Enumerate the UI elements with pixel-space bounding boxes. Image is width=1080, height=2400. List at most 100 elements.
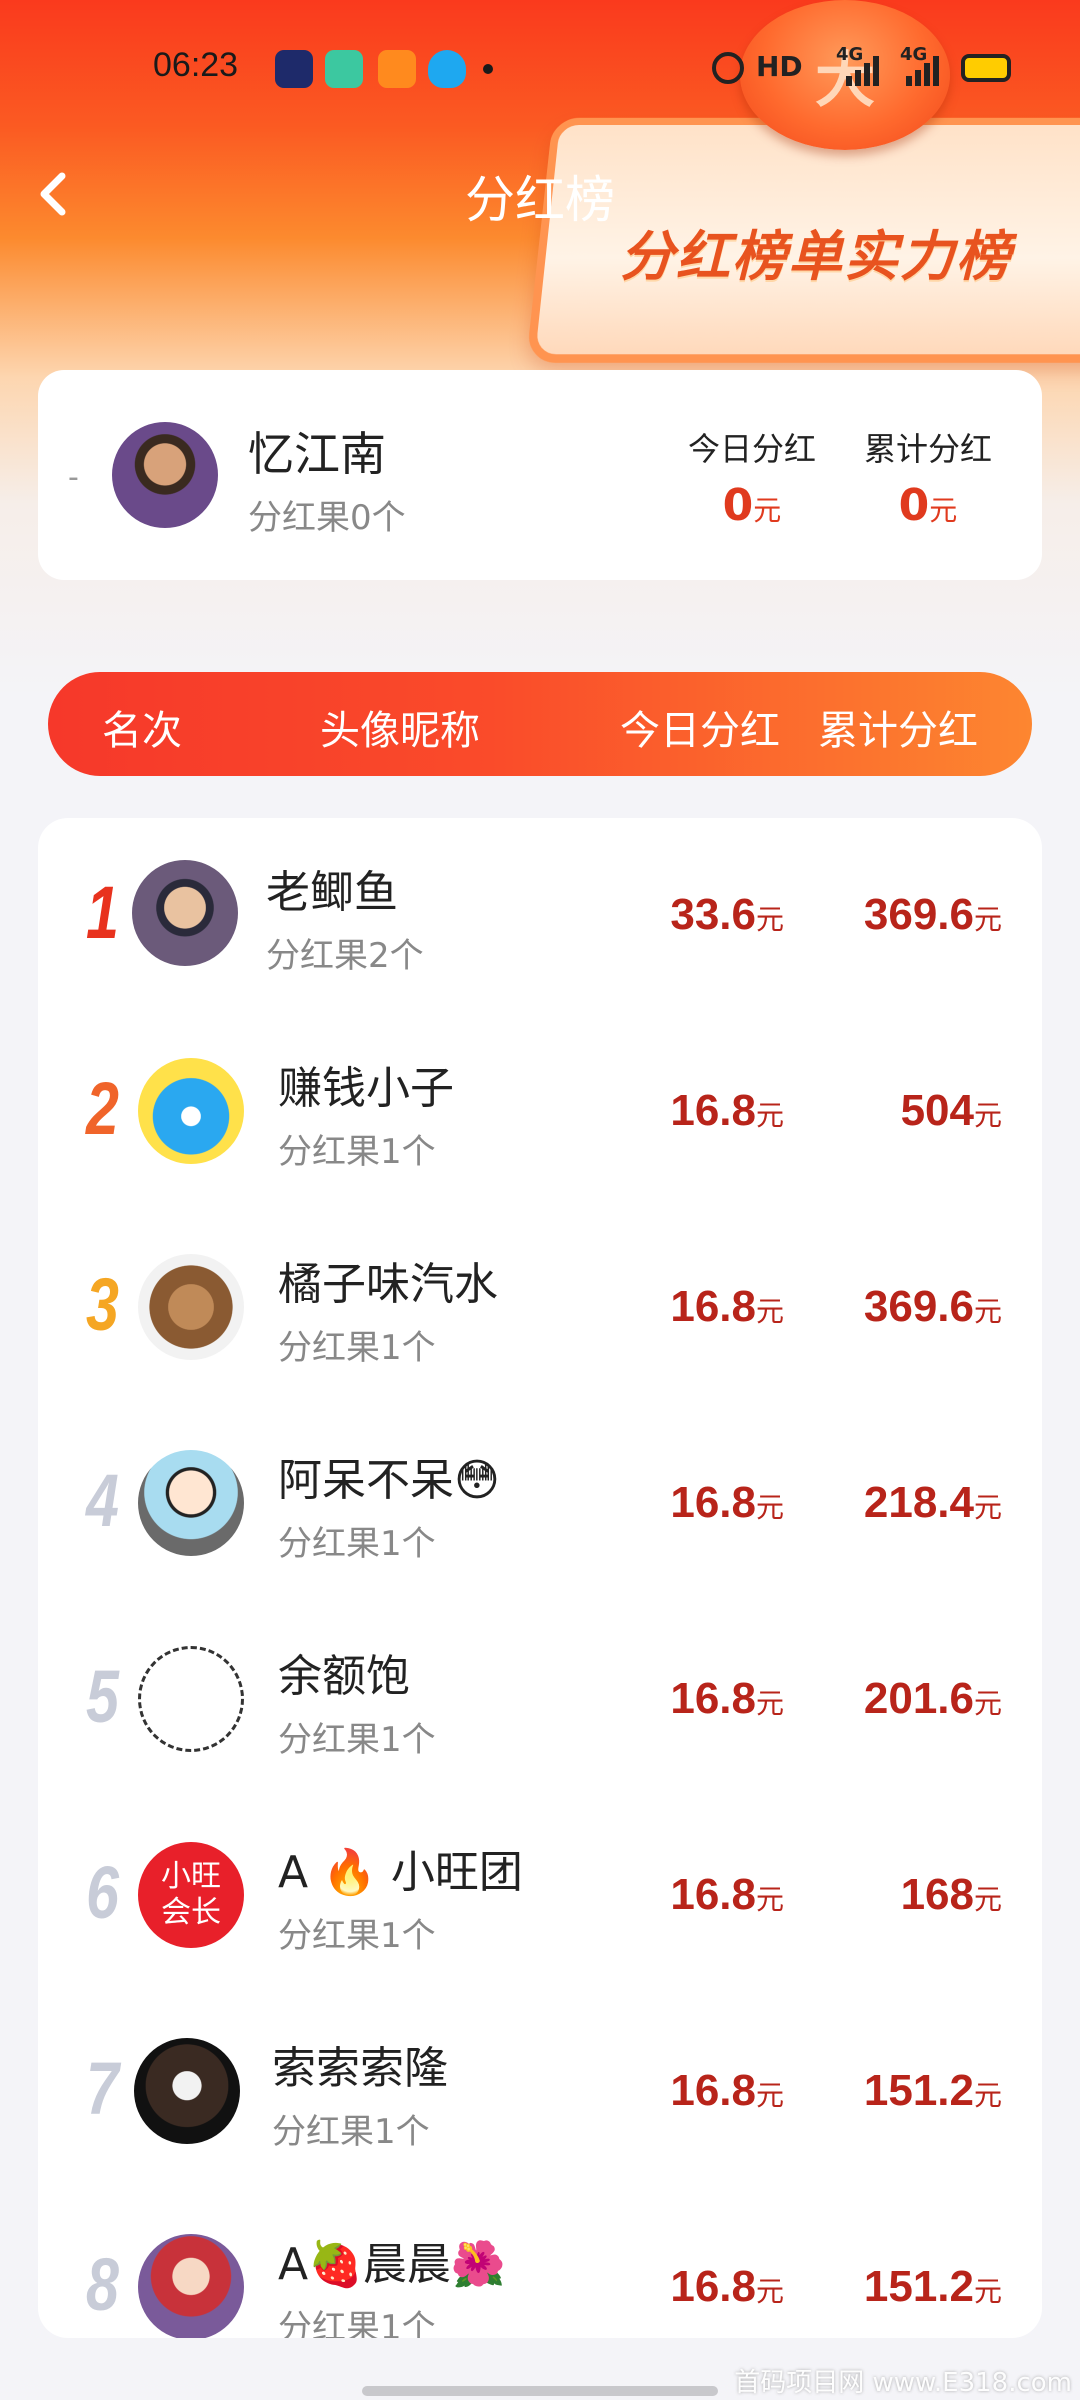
avatar[interactable]: 小旺会长 (138, 1842, 244, 1948)
my-total-dividend: 累计分红 0元 (848, 424, 1008, 531)
fruit-count: 分红果1个 (278, 1720, 436, 1760)
currency-unit: 元 (755, 1100, 784, 1131)
nickname: A🍓晨晨🌺 (278, 2239, 506, 2290)
rank-number: 2 (86, 1067, 119, 1150)
top-bar: 分红榜 (0, 150, 1080, 240)
total-dividend: 168元 (900, 1870, 1002, 1919)
currency-unit: 元 (973, 1100, 1002, 1131)
rank-number: 7 (86, 2047, 119, 2130)
status-bar: 06:23 HD 4G 4G (0, 40, 1080, 100)
home-indicator[interactable] (362, 2386, 718, 2396)
qq-icon (428, 50, 466, 88)
rank-number: 5 (86, 1655, 119, 1738)
avatar[interactable] (138, 1254, 244, 1360)
ranking-row[interactable]: 5 余额饱 分红果1个 16.8元 201.6元 (38, 1602, 1042, 1798)
avatar[interactable] (134, 2038, 240, 2144)
page-title: 分红榜 (465, 171, 615, 229)
nickname: 老鲫鱼 (266, 867, 398, 918)
app-notification-icon (325, 50, 363, 88)
column-header-bar: 名次 头像昵称 今日分红 累计分红 (48, 672, 1032, 776)
status-time: 06:23 (153, 46, 239, 84)
avatar[interactable] (132, 860, 238, 966)
today-dividend-label: 今日分红 (687, 430, 816, 468)
total-dividend-value: 0 (898, 480, 930, 531)
ranking-row[interactable]: 6 小旺会长 A 🔥 小旺团 分红果1个 16.8元 168元 (38, 1798, 1042, 1994)
today-dividend: 33.6元 (670, 890, 784, 939)
fruit-count: 分红果1个 (272, 2112, 430, 2152)
currency-unit: 元 (755, 1296, 784, 1327)
today-dividend: 16.8元 (670, 1086, 784, 1135)
total-dividend-label: 累计分红 (863, 430, 992, 468)
avatar[interactable] (138, 1450, 244, 1556)
total-dividend: 504元 (900, 1086, 1002, 1135)
currency-unit: 元 (973, 904, 1002, 935)
fruit-count: 分红果1个 (278, 1132, 436, 1172)
avatar[interactable] (138, 1646, 244, 1752)
my-today-dividend: 今日分红 0元 (672, 424, 832, 531)
today-dividend: 16.8元 (670, 1282, 784, 1331)
today-dividend: 16.8元 (670, 1870, 784, 1919)
ranking-row[interactable]: 8 A🍓晨晨🌺 分红果1个 16.8元 151.2元 (38, 2190, 1042, 2338)
column-rank: 名次 (102, 708, 182, 754)
my-rank-card: - 忆江南 分红果0个 今日分红 0元 累计分红 0元 (38, 370, 1042, 580)
total-dividend: 151.2元 (863, 2262, 1002, 2311)
currency-unit: 元 (755, 2080, 784, 2111)
rank-number: 3 (86, 1263, 119, 1346)
column-total-dividend: 累计分红 (818, 708, 978, 754)
today-dividend: 16.8元 (670, 1674, 784, 1723)
battery-icon (961, 54, 1011, 82)
total-dividend: 201.6元 (863, 1674, 1002, 1723)
today-dividend: 16.8元 (670, 2066, 784, 2115)
currency-unit: 元 (973, 1296, 1002, 1327)
today-dividend: 16.8元 (670, 2262, 784, 2311)
rank-number: 6 (86, 1851, 119, 1934)
today-dividend-value: 0 (722, 480, 754, 531)
avatar[interactable] (138, 2234, 244, 2338)
nickname: 赚钱小子 (278, 1063, 454, 1114)
currency-unit: 元 (973, 2276, 1002, 2307)
my-avatar[interactable] (112, 422, 218, 528)
total-dividend: 218.4元 (863, 1478, 1002, 1527)
total-dividend: 151.2元 (863, 2066, 1002, 2115)
nickname: 余额饱 (278, 1651, 410, 1702)
today-dividend: 16.8元 (670, 1478, 784, 1527)
ranking-list: 1 老鲫鱼 分红果2个 33.6元 369.6元 2 赚钱小子 分红果1个 16… (38, 818, 1042, 2338)
hd-indicator: HD (756, 50, 803, 83)
ranking-row[interactable]: 4 阿呆不呆😳 分红果1个 16.8元 218.4元 (38, 1406, 1042, 1602)
currency-unit: 元 (973, 2080, 1002, 2111)
nickname: 索索索隆 (272, 2043, 448, 2094)
rank-number: 1 (86, 871, 119, 954)
ranking-row[interactable]: 1 老鲫鱼 分红果2个 33.6元 369.6元 (38, 818, 1042, 1014)
total-dividend: 369.6元 (863, 890, 1002, 939)
signal-bars-icon (906, 54, 946, 86)
currency-unit: 元 (755, 904, 784, 935)
app-notification-icon (378, 50, 416, 88)
app-notification-icon (275, 50, 313, 88)
rank-number: 8 (86, 2243, 119, 2326)
alarm-icon (712, 52, 744, 84)
currency-unit: 元 (973, 1884, 1002, 1915)
avatar[interactable] (138, 1058, 244, 1164)
currency-unit: 元 (755, 1688, 784, 1719)
column-avatar-nickname: 头像昵称 (320, 708, 480, 754)
currency-unit: 元 (973, 1688, 1002, 1719)
nickname: 阿呆不呆😳 (278, 1455, 500, 1506)
my-rank: - (68, 460, 79, 495)
total-dividend: 369.6元 (863, 1282, 1002, 1331)
fruit-count: 分红果2个 (266, 936, 424, 976)
nickname: 橘子味汽水 (278, 1259, 498, 1310)
nickname: A 🔥 小旺团 (278, 1847, 523, 1898)
currency-unit: 元 (753, 494, 782, 527)
currency-unit: 元 (973, 1492, 1002, 1523)
currency-unit: 元 (929, 494, 958, 527)
ranking-row[interactable]: 3 橘子味汽水 分红果1个 16.8元 369.6元 (38, 1210, 1042, 1406)
currency-unit: 元 (755, 1492, 784, 1523)
watermark: 首码项目网 www.E318.com (734, 2368, 1072, 2398)
my-nickname: 忆江南 (248, 427, 386, 481)
rank-number: 4 (86, 1459, 119, 1542)
signal-bars-icon (846, 54, 886, 86)
column-today-dividend: 今日分红 (620, 708, 780, 754)
ranking-row[interactable]: 2 赚钱小子 分红果1个 16.8元 504元 (38, 1014, 1042, 1210)
more-notifications-dot (483, 64, 493, 74)
ranking-row[interactable]: 7 索索索隆 分红果1个 16.8元 151.2元 (38, 1994, 1042, 2190)
